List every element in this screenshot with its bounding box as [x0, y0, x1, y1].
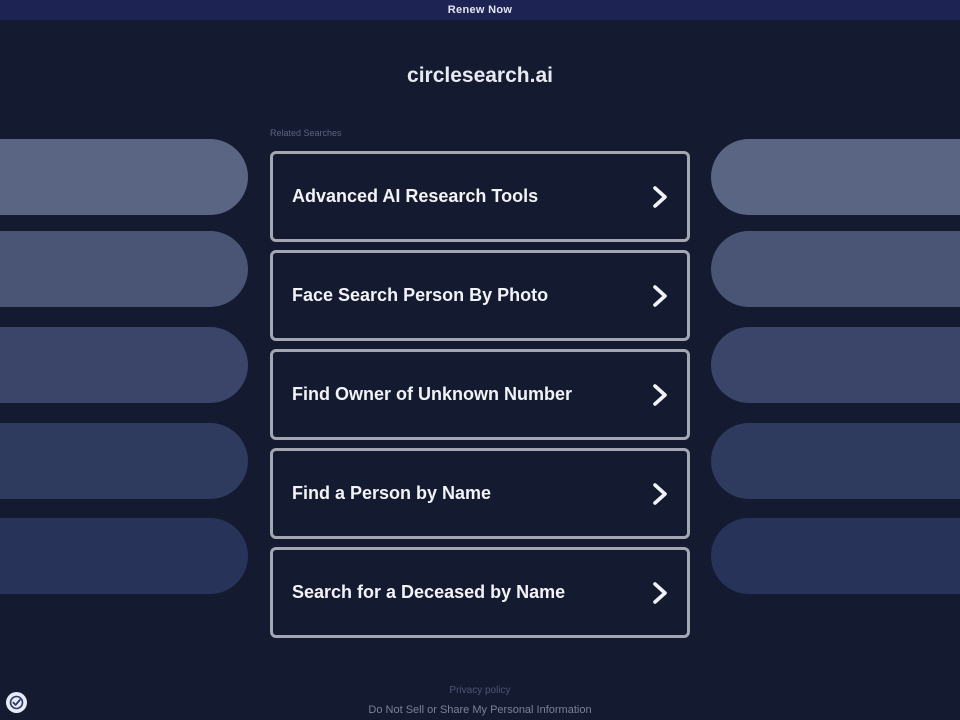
domain-title: circlesearch.ai [407, 64, 553, 87]
chevron-right-icon [653, 383, 667, 406]
privacy-policy-link[interactable]: Privacy policy [0, 685, 960, 696]
side-pill-right-2 [711, 231, 960, 307]
side-pill-right-3 [711, 327, 960, 403]
side-pill-left-1 [0, 139, 248, 215]
privacy-shield-icon[interactable] [6, 692, 27, 713]
result-link-person-by-name[interactable]: Find a Person by Name [270, 448, 690, 539]
side-pill-right-1 [711, 139, 960, 215]
result-link-unknown-number[interactable]: Find Owner of Unknown Number [270, 349, 690, 440]
result-link-deceased-by-name[interactable]: Search for a Deceased by Name [270, 547, 690, 638]
result-link-ai-research-tools[interactable]: Advanced AI Research Tools [270, 151, 690, 242]
related-searches-label: Related Searches [270, 128, 342, 138]
result-label: Search for a Deceased by Name [292, 582, 566, 602]
side-pill-left-5 [0, 518, 248, 594]
do-not-sell-link[interactable]: Do Not Sell or Share My Personal Informa… [0, 704, 960, 716]
side-pill-left-3 [0, 327, 248, 403]
related-searches-list: Advanced AI Research Tools Face Search P… [270, 151, 690, 646]
renew-now-link[interactable]: Renew Now [448, 4, 512, 16]
side-pill-right-4 [711, 423, 960, 499]
chevron-right-icon [653, 284, 667, 307]
result-label: Advanced AI Research Tools [292, 186, 539, 206]
result-label: Find a Person by Name [292, 483, 492, 503]
side-pill-right-5 [711, 518, 960, 594]
result-link-face-search[interactable]: Face Search Person By Photo [270, 250, 690, 341]
renew-banner: Renew Now [0, 0, 960, 20]
check-shield-icon [9, 695, 24, 710]
result-label: Find Owner of Unknown Number [292, 384, 572, 404]
chevron-right-icon [653, 185, 667, 208]
chevron-right-icon [653, 482, 667, 505]
chevron-right-icon [653, 581, 667, 604]
side-pill-left-4 [0, 423, 248, 499]
result-label: Face Search Person By Photo [292, 285, 549, 305]
side-pill-left-2 [0, 231, 248, 307]
